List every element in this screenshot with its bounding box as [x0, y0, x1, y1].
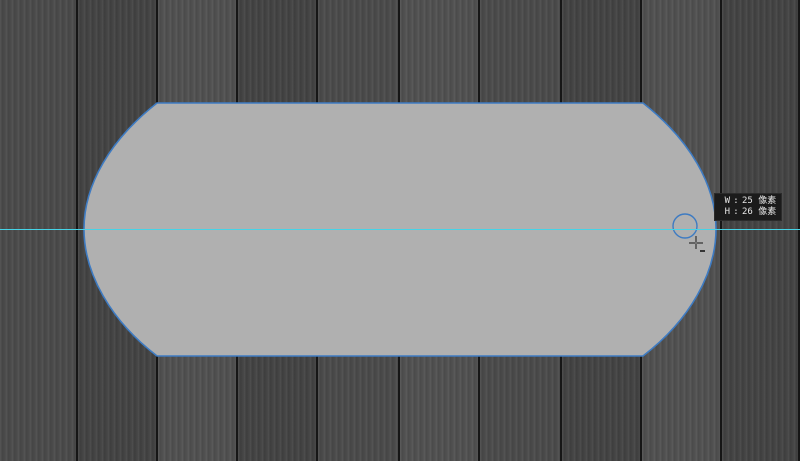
- width-label: W: [724, 196, 730, 206]
- height-label: H: [724, 207, 730, 217]
- height-separator: :: [733, 207, 739, 217]
- crosshair-minus-icon: [689, 236, 705, 252]
- canvas[interactable]: W : 25 像素 H : 26 像素: [0, 0, 800, 461]
- width-separator: :: [733, 196, 739, 206]
- height-readout: H : 26 像素: [720, 207, 777, 218]
- width-value: 25 像素: [742, 196, 777, 206]
- dimension-tooltip: W : 25 像素 H : 26 像素: [714, 193, 783, 221]
- horizontal-guide[interactable]: [0, 229, 800, 230]
- height-value: 26 像素: [742, 207, 777, 217]
- width-readout: W : 25 像素: [720, 196, 777, 207]
- rounded-shape-layer: [83, 102, 717, 357]
